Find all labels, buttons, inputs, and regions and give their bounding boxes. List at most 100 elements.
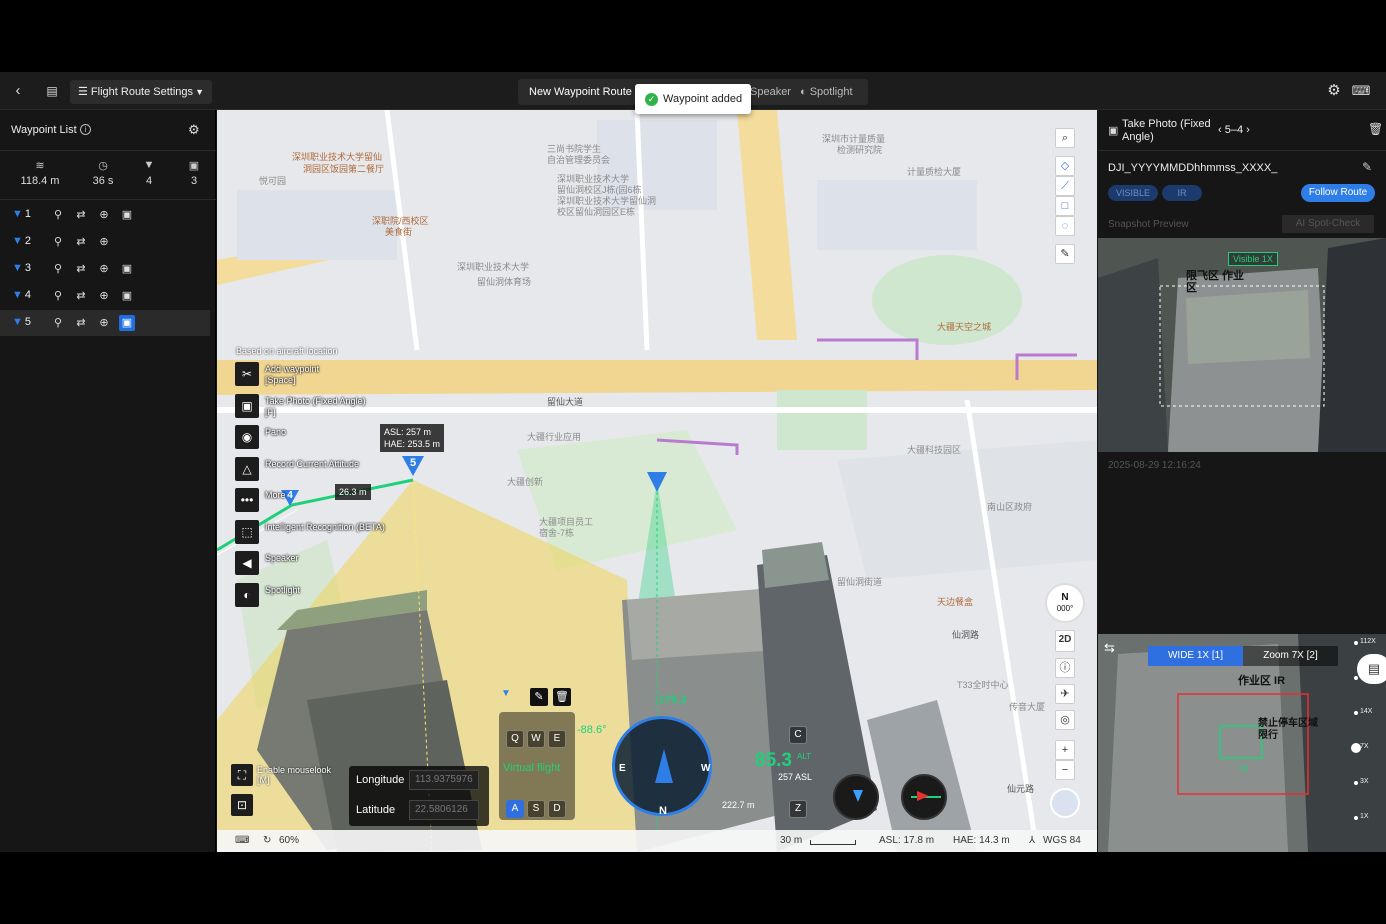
key-c[interactable]: C [789, 726, 807, 744]
map-poi-label[interactable]: 大疆创新 [507, 475, 543, 488]
route-tools-icon[interactable]: ⚙ [188, 122, 200, 138]
waypoint-row[interactable]: ▼ 1 ⚲ ⇄ ⊕ ▣ [0, 202, 210, 228]
action-intelligent-recognition[interactable]: ⬚ Intelligent Recognition (BETA) [235, 519, 415, 544]
keyboard-icon[interactable]: ⌨ [1350, 81, 1372, 101]
map-poi-label[interactable]: 仙洞路 [952, 628, 979, 641]
zoom-tick[interactable]: 1X [1360, 813, 1369, 820]
zoom-tick[interactable]: 3X [1360, 778, 1369, 785]
circle-icon[interactable]: ◌ [1055, 216, 1075, 236]
map-poi-label[interactable]: 大疆天空之城 [937, 320, 991, 333]
zoom-icon[interactable]: ⊕ [96, 288, 112, 304]
ruler-icon[interactable]: ⟋ [1055, 176, 1075, 196]
map-poi-label[interactable]: 深圳职业技术大学 [457, 260, 529, 273]
action-speaker[interactable]: ◀ Speaker [235, 551, 415, 575]
gimbal-icon[interactable]: ⚲ [50, 288, 66, 304]
chevron-left-icon[interactable]: ‹ [8, 81, 28, 101]
gimbal-icon[interactable]: ⚲ [50, 207, 66, 223]
action-add-waypoint[interactable]: ✂ Add waypoint [Space] [235, 362, 415, 386]
map-view[interactable]: 深圳职业技术大学留仙 洞园区饭园第二餐厅 悦可园 三尚书院学生 自治管理委员会 深圳职业技… [217, 110, 1097, 852]
zoom-out-button[interactable]: − [1055, 760, 1075, 780]
longitude-input[interactable]: 113.9375976 [409, 770, 479, 790]
action-record-attitude[interactable]: △ Record Current Attitude [235, 456, 415, 481]
pencil-icon[interactable]: ✎ [530, 688, 548, 706]
gimbal-icon[interactable]: ⚲ [50, 261, 66, 277]
map-poi-label[interactable]: 洞园区饭园第二餐厅 [303, 162, 384, 175]
map-poi-label[interactable]: 大疆行业应用 [527, 430, 581, 443]
gimbal-icon[interactable]: ⚲ [50, 234, 66, 250]
map-poi-label[interactable]: 宿舍-7栋 [539, 526, 574, 539]
yaw-icon[interactable]: ⇄ [73, 261, 89, 277]
photo-icon[interactable]: ▣ [119, 315, 135, 331]
yaw-icon[interactable]: ⇄ [73, 315, 89, 331]
follow-route-button[interactable]: Follow Route [1301, 184, 1375, 202]
map-poi-label[interactable]: 美食街 [385, 225, 412, 238]
chevron-right-icon[interactable]: › [1246, 124, 1250, 136]
trash-icon[interactable]: 🗑 [553, 688, 571, 706]
tab-spotlight[interactable]: ◐ Spotlight [800, 79, 853, 105]
lock-icon[interactable]: ⊡ [231, 794, 253, 816]
map-poi-label[interactable]: 留仙洞街道 [837, 575, 882, 588]
zoom-icon[interactable]: ⊕ [96, 261, 112, 277]
key-w[interactable]: W [527, 730, 545, 748]
edit-icon[interactable]: ✎ [1055, 244, 1075, 264]
key-s[interactable]: S [527, 800, 545, 818]
gear-icon[interactable]: ⚙ [1324, 81, 1344, 101]
layer-switch-button[interactable] [1050, 788, 1080, 818]
tab-new-waypoint-route[interactable]: New Waypoint Route [529, 79, 632, 105]
zoom-tick[interactable]: 14X [1360, 708, 1372, 715]
action-more[interactable]: ••• More [235, 488, 415, 512]
map-poi-label[interactable]: 悦可园 [259, 174, 286, 187]
camera-feed[interactable]: ⇆ WIDE 1X [1] Zoom 7X [2] 作业区 IR 禁止停车区域 … [1098, 634, 1386, 852]
photo-icon[interactable]: ▣ [119, 207, 135, 223]
ir-toggle[interactable]: IR [1162, 185, 1202, 201]
map-poi-label[interactable]: 大疆科技园区 [907, 443, 961, 456]
view-2d-button[interactable]: 2D [1055, 630, 1075, 652]
waypoint-select-icon[interactable]: ▼ [501, 688, 511, 699]
map-compass[interactable]: N 000° [1045, 583, 1085, 623]
map-poi-label[interactable]: 天边餐盒 [937, 595, 973, 608]
keyboard-icon[interactable]: ⌨ [235, 835, 249, 846]
map-poi-label[interactable]: 检测研究院 [837, 143, 882, 156]
action-spotlight[interactable]: ◐ Spotlight [235, 582, 415, 607]
yaw-icon[interactable]: ⇄ [73, 207, 89, 223]
zoom-icon[interactable]: ⊕ [96, 207, 112, 223]
key-z[interactable]: Z [789, 800, 807, 818]
key-q[interactable]: Q [506, 730, 524, 748]
map-poi-label[interactable]: T33全时中心 [957, 678, 1009, 691]
zoom-icon[interactable]: ⊕ [96, 315, 112, 331]
trash-icon[interactable]: 🗑 [1368, 122, 1383, 136]
tab-wide-lens[interactable]: WIDE 1X [1] [1148, 646, 1243, 666]
ai-spot-check-button[interactable]: AI Spot-Check [1282, 215, 1374, 233]
photo-icon[interactable]: ▣ [119, 261, 135, 277]
area-icon[interactable]: □ [1055, 196, 1075, 216]
aircraft-icon[interactable]: ✈ [1055, 684, 1075, 704]
gimbal-icon[interactable]: ⚲ [50, 315, 66, 331]
map-poi-label[interactable]: 自治管理委员会 [547, 153, 610, 166]
zoom-tick[interactable]: 112X [1360, 638, 1376, 645]
map-poi-label[interactable]: 留仙大道 [547, 395, 583, 408]
photo-icon[interactable]: ▣ [119, 288, 135, 304]
map-poi-label[interactable]: 留仙洞体育场 [477, 275, 531, 288]
chevron-left-icon[interactable]: ‹ [1218, 124, 1225, 136]
latitude-input[interactable]: 22.5806126 [409, 800, 479, 820]
yaw-icon[interactable]: ⇄ [73, 234, 89, 250]
map-poi-label[interactable]: 传音大厦 [1009, 700, 1045, 713]
key-d[interactable]: D [548, 800, 566, 818]
flight-route-settings-button[interactable]: ☰ Flight Route Settings ▼ [70, 80, 212, 104]
chat-icon[interactable]: ▤ [1357, 654, 1386, 684]
visible-toggle[interactable]: VISIBLE [1108, 185, 1158, 201]
map-poi-label[interactable]: 校区留仙洞园区E栋 [557, 205, 635, 218]
zoom-tick[interactable]: 7X [1360, 743, 1369, 750]
yaw-icon[interactable]: ⇄ [73, 288, 89, 304]
map-poi-label[interactable]: 南山区政府 [987, 500, 1032, 513]
waypoint-row[interactable]: ▼ 5 ⚲ ⇄ ⊕ ▣ [0, 310, 210, 336]
zoom-slider-handle[interactable] [1351, 743, 1361, 753]
action-take-photo[interactable]: ▣ Take Photo (Fixed Angle) [F] [235, 393, 415, 418]
waypoint-row[interactable]: ▼ 4 ⚲ ⇄ ⊕ ▣ [0, 283, 210, 309]
key-e[interactable]: E [548, 730, 566, 748]
search-icon[interactable]: ⌕ [1055, 128, 1075, 148]
info-icon[interactable]: ⓘ [1055, 658, 1075, 678]
locate-icon[interactable]: ◎ [1055, 710, 1075, 730]
tab-speaker[interactable]: Speaker [750, 79, 791, 105]
info-icon[interactable]: i [80, 124, 91, 135]
